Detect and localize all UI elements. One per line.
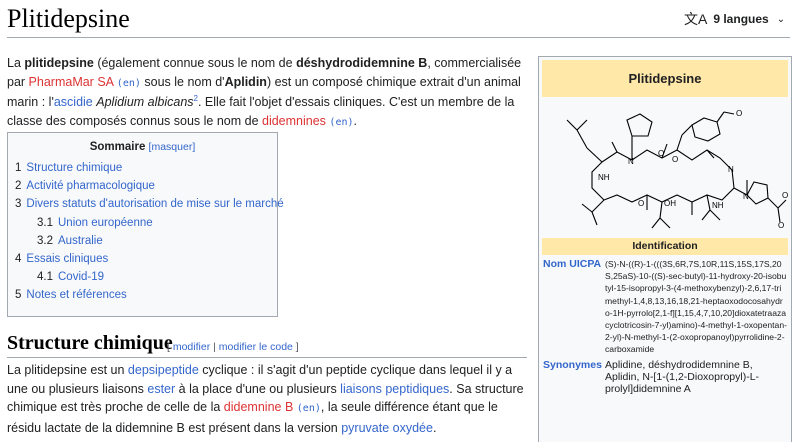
toc-item[interactable]: 5 Notes et références [15, 286, 270, 304]
species-name: Aplidium albicans [96, 95, 194, 109]
ester-link[interactable]: ester [147, 382, 175, 396]
languages-button[interactable]: 文A 9 langues ⌄ [684, 9, 785, 29]
intro-paragraph: La plitidepsine (également connue sous l… [7, 54, 527, 132]
section-edit-links: [ modifier | modifier le code ] [167, 341, 299, 353]
table-of-contents: Sommaire [masquer] 1 Structure chimique 2… [7, 132, 284, 317]
text: La [7, 56, 25, 70]
toc-item[interactable]: 3 Divers statuts d'autorisation de mise s… [15, 195, 284, 213]
toc-item[interactable]: 2 Activité pharmacologique [15, 177, 270, 195]
toc-header: Sommaire [masquer] [89, 141, 196, 153]
edit-link[interactable]: modifier [173, 341, 210, 353]
infobox-section-header: Identification [542, 238, 788, 255]
bold-term: déshydrodidemnine B [296, 56, 428, 70]
svg-text:OH: OH [664, 199, 676, 208]
toc-number: 4.1 [37, 271, 53, 284]
en-interlang-link[interactable]: (en) [117, 78, 141, 89]
languages-label: 9 langues [713, 12, 769, 26]
toc-item[interactable]: 4 Essais cliniques [15, 250, 270, 268]
section-divider [7, 357, 527, 358]
iupac-value: (S)-N-((R)-1-(((3S,6R,7S,10R,11S,15S,17S… [605, 259, 787, 355]
text: La plitidepsine est un [7, 363, 128, 377]
section-paragraph: La plitidepsine est un depsipeptide cycl… [7, 361, 527, 437]
svg-text:O: O [778, 221, 784, 230]
toc-link[interactable]: Divers statuts d'autorisation de mise su… [26, 198, 283, 210]
synonyms-value: Aplidine, déshydrodidemnine B, Aplidin, … [605, 358, 760, 396]
toc-number: 1 [15, 162, 22, 174]
svg-text:O: O [736, 109, 742, 118]
svg-text:O: O [638, 199, 644, 208]
bracket: ] [292, 341, 299, 353]
translate-icon: 文A [684, 11, 708, 27]
text: . [353, 113, 357, 128]
text: à la place d'une ou plusieurs [175, 381, 341, 396]
pharmamar-link[interactable]: PharmaMar SA [29, 75, 114, 89]
text: (également connue sous le nom de [93, 56, 297, 70]
depsipeptide-link[interactable]: depsipeptide [128, 363, 199, 377]
toc-item[interactable]: 3.2 Australie [15, 232, 270, 250]
ascidie-link[interactable]: ascidie [54, 95, 93, 109]
svg-text:O: O [658, 149, 664, 158]
infobox: Plitidepsine NOO O NH NH OH N N O O O Id… [538, 56, 792, 442]
svg-text:N: N [728, 165, 734, 174]
en-interlang-link[interactable]: (en) [297, 403, 321, 414]
toc-number: 2 [15, 180, 22, 193]
toc-item[interactable]: 3.1 Union européenne [15, 214, 270, 232]
svg-text:N: N [743, 192, 749, 201]
toc-toggle[interactable]: masquer [151, 141, 192, 153]
chevron-down-icon: ⌄ [776, 13, 786, 25]
svg-text:N: N [628, 157, 634, 166]
svg-text:NH: NH [712, 201, 724, 210]
pyruvate-link[interactable]: pyruvate oxydée [341, 421, 433, 435]
infobox-title: Plitidepsine [542, 60, 788, 97]
toc-number: 3 [15, 198, 22, 211]
bold-term: Aplidin [224, 74, 267, 89]
toc-link[interactable]: Covid-19 [58, 271, 104, 283]
toc-number: 3.1 [37, 216, 53, 229]
infobox-row-synonyms: Synonymes Aplidine, déshydrodidemnine B,… [542, 359, 788, 396]
text: sous le nom d' [140, 74, 225, 89]
toc-link[interactable]: Activité pharmacologique [26, 180, 155, 192]
toc-item[interactable]: 4.1 Covid-19 [15, 268, 270, 286]
section-heading: Structure chimique [7, 332, 173, 354]
svg-text:NH: NH [598, 173, 610, 182]
edit-code-link[interactable]: modifier le code [219, 341, 293, 353]
toc-title: Sommaire [89, 141, 146, 153]
svg-text:O: O [672, 155, 678, 164]
didemnines-link[interactable]: didemnines [262, 114, 326, 128]
infobox-row-iupac: Nom UICPA (S)-N-((R)-1-(((3S,6R,7S,10R,1… [542, 258, 788, 356]
toc-link[interactable]: Essais cliniques [26, 253, 108, 265]
en-interlang-link[interactable]: (en) [329, 117, 353, 128]
separator: | [210, 341, 219, 353]
title-divider [7, 37, 790, 38]
skeletal-formula: N OO ONHNH OHNN OOO [566, 109, 788, 230]
iupac-label[interactable]: Nom UICPA [542, 258, 605, 356]
toc-number: 5 [15, 289, 22, 302]
toc-link[interactable]: Structure chimique [26, 162, 122, 174]
bold-term: plitidepsine [24, 56, 94, 70]
svg-text:O: O [782, 191, 788, 200]
synonyms-label[interactable]: Synonymes [542, 359, 605, 396]
toc-number: 4 [15, 252, 22, 265]
molecule-structure-image[interactable]: NOO O NH NH OH N N OOO [542, 100, 788, 235]
toc-link[interactable]: Union européenne [58, 217, 153, 229]
toc-link[interactable]: Australie [58, 235, 103, 247]
didemnine-b-link[interactable]: didemnine B [224, 400, 294, 414]
toc-number: 3.2 [37, 234, 53, 247]
text: . [432, 420, 437, 435]
toc-item[interactable]: 1 Structure chimique [15, 159, 270, 177]
peptide-bond-link[interactable]: liaisons peptidiques [340, 382, 449, 396]
page-title: Plitidepsine [7, 4, 130, 33]
toc-link[interactable]: Notes et références [26, 289, 126, 301]
